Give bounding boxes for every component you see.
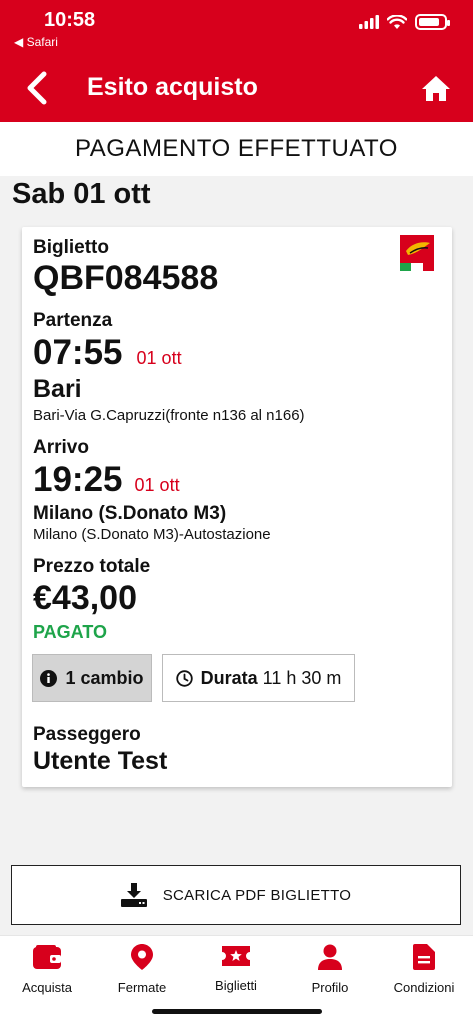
- download-icon: [120, 883, 147, 907]
- info-icon: [40, 669, 58, 687]
- back-arrow-icon[interactable]: [22, 70, 52, 106]
- tab-acquista[interactable]: Acquista: [2, 944, 92, 995]
- ticket-card: Biglietto QBF084588 Partenza 07:55 01 ot…: [22, 227, 452, 787]
- tab-fermate[interactable]: Fermate: [97, 944, 187, 995]
- travel-date: Sab 01 ott: [12, 178, 151, 210]
- departure-label: Partenza: [33, 310, 113, 331]
- ticket-code: QBF084588: [33, 259, 219, 297]
- map-pin-icon: [131, 944, 153, 970]
- download-pdf-label: SCARICA PDF BIGLIETTO: [162, 886, 352, 904]
- tab-label: Acquista: [22, 980, 72, 995]
- arrival-city: Milano (S.Donato M3): [33, 503, 227, 524]
- status-time: 10:58: [44, 9, 96, 31]
- home-icon[interactable]: [421, 74, 451, 102]
- wallet-icon: [33, 945, 61, 969]
- arrival-label: Arrivo: [33, 437, 89, 458]
- payment-status-banner: PAGAMENTO EFFETTUATO: [0, 122, 473, 176]
- payment-status: PAGATO: [33, 622, 108, 642]
- tab-condizioni[interactable]: Condizioni: [379, 944, 469, 995]
- duration-label: Durata: [200, 667, 258, 688]
- home-indicator: [152, 1009, 322, 1014]
- arrival-date: 01 ott: [134, 475, 180, 495]
- duration-badge: Durata 11 h 30 m: [162, 654, 355, 702]
- passenger-name: Utente Test: [33, 747, 168, 775]
- tab-label: Condizioni: [393, 980, 455, 995]
- arrival-address: Milano (S.Donato M3)-Autostazione: [33, 526, 271, 543]
- ticket-code-label: Biglietto: [33, 237, 109, 258]
- tab-biglietti[interactable]: Biglietti: [191, 944, 281, 993]
- changes-text: 1 cambio: [65, 667, 144, 688]
- departure-city: Bari: [33, 375, 82, 403]
- italian-flag-logo-icon: [400, 235, 434, 271]
- status-icons: [359, 14, 450, 30]
- tab-label: Fermate: [117, 980, 167, 995]
- departure-time: 07:55: [33, 333, 123, 372]
- battery-icon: [415, 14, 450, 30]
- passenger-label: Passeggero: [33, 724, 141, 745]
- safari-back-link[interactable]: ◀ Safari: [14, 35, 58, 49]
- changes-badge: 1 cambio: [32, 654, 152, 702]
- tab-profilo[interactable]: Profilo: [285, 944, 375, 995]
- header-bar: 10:58 ◀ Safari Esito acquisto: [0, 0, 473, 122]
- tab-label: Profilo: [311, 980, 349, 995]
- arrival-time: 19:25: [33, 460, 123, 499]
- clock-icon: [175, 669, 193, 687]
- departure-address: Bari-Via G.Capruzzi(fronte n136 al n166): [33, 407, 305, 424]
- ticket-icon: [222, 946, 250, 966]
- user-icon: [318, 944, 342, 970]
- wifi-icon: [387, 14, 407, 29]
- download-pdf-button[interactable]: SCARICA PDF BIGLIETTO: [11, 865, 461, 925]
- page-title: Esito acquisto: [87, 73, 258, 101]
- departure-date: 01 ott: [136, 348, 182, 368]
- signal-icon: [359, 15, 379, 29]
- duration-value: 11 h 30 m: [262, 667, 342, 688]
- tab-label: Biglietti: [215, 978, 257, 993]
- document-icon: [413, 944, 435, 970]
- price-amount: €43,00: [33, 579, 137, 617]
- price-label: Prezzo totale: [33, 556, 151, 577]
